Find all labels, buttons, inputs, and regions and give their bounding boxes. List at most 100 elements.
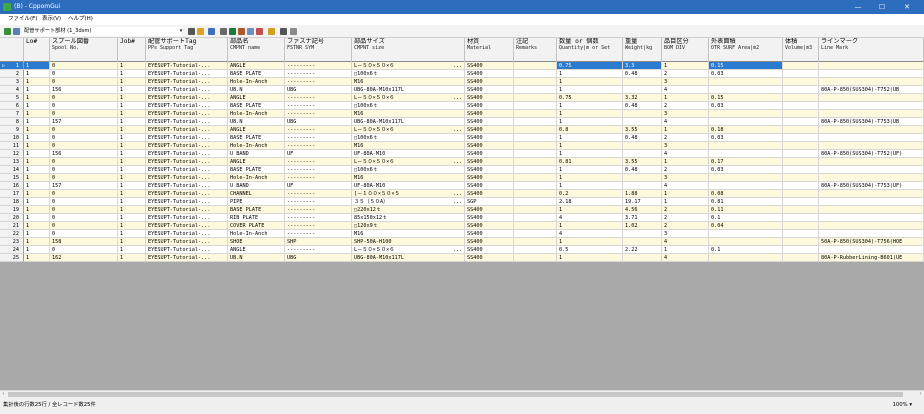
cell-part[interactable]: ANGLE <box>228 62 285 70</box>
cell-material[interactable]: SS400 <box>465 182 514 190</box>
cell-tag[interactable]: EYESUPT-Tutorial-... <box>146 158 228 166</box>
cell-weight[interactable] <box>623 254 662 262</box>
row-header[interactable]: 17 <box>0 190 24 198</box>
column-header-lno[interactable]: Lo# <box>24 38 50 62</box>
cell-bom[interactable]: 2 <box>662 206 709 214</box>
cell-part[interactable]: BASE PLATE <box>228 206 285 214</box>
row-header[interactable]: 9 <box>0 126 24 134</box>
row-header[interactable]: 6 <box>0 102 24 110</box>
cell-bom[interactable]: 1 <box>662 198 709 206</box>
table-row[interactable]: 24 1 0 1 EYESUPT-Tutorial-... ANGLE --------- L… <box>0 246 924 254</box>
cell-tag[interactable]: EYESUPT-Tutorial-... <box>146 182 228 190</box>
cell-weight[interactable]: 1.88 <box>623 190 662 198</box>
row-header[interactable]: 16 <box>0 182 24 190</box>
cell-remarks[interactable] <box>514 102 557 110</box>
cell-part[interactable]: U BAND <box>228 150 285 158</box>
cell-size[interactable]: ３５（５０A）... <box>352 198 465 206</box>
cell-bom[interactable]: 3 <box>662 78 709 86</box>
cell-volume[interactable] <box>783 78 819 86</box>
column-header-area[interactable]: 外表面積 OTR SURF Area|m2 <box>709 38 783 62</box>
cell-tag[interactable]: EYESUPT-Tutorial-... <box>146 62 228 70</box>
cell-linemark[interactable] <box>819 142 924 150</box>
cell-qty[interactable]: 0.81 <box>557 158 623 166</box>
table-row[interactable]: 11 1 0 1 EYESUPT-Tutorial-... Hole-In-Anch ---… <box>0 142 924 150</box>
cell-lno[interactable]: 1 <box>24 126 50 134</box>
cell-fastener[interactable]: --------- <box>285 198 352 206</box>
cell-size[interactable]: M16 <box>352 110 465 118</box>
table-row[interactable]: 7 1 0 1 EYESUPT-Tutorial-... Hole-In-Anch ----… <box>0 110 924 118</box>
cell-spool[interactable]: 0 <box>50 214 118 222</box>
data-grid[interactable]: Lo# スプール図番 Spool No. Job# 配管サポートTag PPs Suppo… <box>0 38 924 390</box>
table-row[interactable]: 14 1 0 1 EYESUPT-Tutorial-... BASE PLATE -----… <box>0 166 924 174</box>
cell-lno[interactable]: 1 <box>24 134 50 142</box>
cell-spool[interactable]: 0 <box>50 134 118 142</box>
cell-job[interactable]: 1 <box>118 70 146 78</box>
undo-icon[interactable] <box>290 28 297 35</box>
cell-remarks[interactable] <box>514 94 557 102</box>
cell-qty[interactable]: 0.8 <box>557 126 623 134</box>
maximize-button[interactable]: ☐ <box>872 2 892 12</box>
cell-fastener[interactable]: --------- <box>285 222 352 230</box>
table-row[interactable]: 22 1 0 1 EYESUPT-Tutorial-... Hole-In-Anch ---… <box>0 230 924 238</box>
cell-qty[interactable]: 1 <box>557 86 623 94</box>
cell-spool[interactable]: 0 <box>50 70 118 78</box>
cell-fastener[interactable]: --------- <box>285 166 352 174</box>
cell-part[interactable]: BASE PLATE <box>228 70 285 78</box>
cell-area[interactable]: 0.1 <box>709 246 783 254</box>
cell-linemark[interactable] <box>819 110 924 118</box>
cell-part[interactable]: U BAND <box>228 182 285 190</box>
cell-tag[interactable]: EYESUPT-Tutorial-... <box>146 86 228 94</box>
cell-tag[interactable]: EYESUPT-Tutorial-... <box>146 142 228 150</box>
cell-size[interactable]: M16 <box>352 142 465 150</box>
cell-fastener[interactable]: --------- <box>285 230 352 238</box>
cell-weight[interactable]: 0.48 <box>623 102 662 110</box>
cell-spool[interactable]: 0 <box>50 94 118 102</box>
cell-linemark[interactable] <box>819 206 924 214</box>
cell-fastener[interactable]: SHP <box>285 238 352 246</box>
cell-qty[interactable]: 1 <box>557 222 623 230</box>
cell-fastener[interactable]: --------- <box>285 110 352 118</box>
column-header-remarks[interactable]: 注記 Remarks <box>514 38 557 62</box>
cell-bom[interactable]: 2 <box>662 166 709 174</box>
row-header[interactable]: 8 <box>0 118 24 126</box>
cell-tag[interactable]: EYESUPT-Tutorial-... <box>146 118 228 126</box>
cell-tag[interactable]: EYESUPT-Tutorial-... <box>146 198 228 206</box>
ellipsis-button[interactable]: ... <box>453 62 462 69</box>
cell-size[interactable]: L－５０×５０×６... <box>352 246 465 254</box>
cell-remarks[interactable] <box>514 174 557 182</box>
cell-remarks[interactable] <box>514 118 557 126</box>
cell-spool[interactable]: 0 <box>50 62 118 70</box>
copy-icon[interactable] <box>238 28 245 35</box>
cell-bom[interactable]: 3 <box>662 110 709 118</box>
cell-area[interactable]: 0.03 <box>709 70 783 78</box>
cell-weight[interactable]: 1.02 <box>623 222 662 230</box>
cell-weight[interactable] <box>623 182 662 190</box>
cell-part[interactable]: UB.N <box>228 86 285 94</box>
horizontal-scrollbar[interactable]: ‹ › <box>0 390 924 397</box>
cell-material[interactable]: SS400 <box>465 254 514 262</box>
cell-volume[interactable] <box>783 174 819 182</box>
cell-fastener[interactable]: --------- <box>285 214 352 222</box>
menu-file[interactable]: ファイル(F) <box>8 16 37 23</box>
cell-lno[interactable]: 1 <box>24 222 50 230</box>
cell-material[interactable]: SS400 <box>465 102 514 110</box>
cell-area[interactable]: 0.03 <box>709 166 783 174</box>
cell-bom[interactable]: 1 <box>662 94 709 102</box>
column-header-weight[interactable]: 重量 Weight|kg <box>623 38 662 62</box>
row-header[interactable]: 4 <box>0 86 24 94</box>
cell-size[interactable]: □100x6ｔ <box>352 70 465 78</box>
cell-job[interactable]: 1 <box>118 110 146 118</box>
cell-weight[interactable]: 3.71 <box>623 214 662 222</box>
cell-size[interactable]: UF-80A-M10 <box>352 150 465 158</box>
ellipsis-button[interactable]: ... <box>453 246 462 253</box>
bar-icon[interactable] <box>268 28 275 35</box>
cell-qty[interactable]: 1 <box>557 254 623 262</box>
cell-spool[interactable]: 0 <box>50 246 118 254</box>
cell-weight[interactable] <box>623 86 662 94</box>
cell-linemark[interactable] <box>819 126 924 134</box>
cell-size[interactable]: □100x6ｔ <box>352 102 465 110</box>
cell-linemark[interactable] <box>819 198 924 206</box>
cell-part[interactable]: ANGLE <box>228 94 285 102</box>
cell-lno[interactable]: 1 <box>24 254 50 262</box>
cell-size[interactable]: □100x6ｔ <box>352 166 465 174</box>
